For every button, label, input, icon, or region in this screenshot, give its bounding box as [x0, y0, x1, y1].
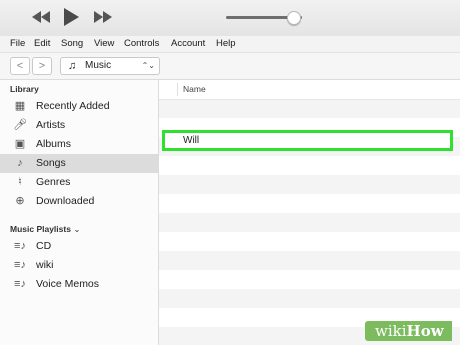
sidebar-item-label: Genres: [36, 176, 71, 188]
fast-forward-icon[interactable]: [92, 8, 114, 28]
sidebar-item-label: Albums: [36, 138, 72, 150]
wikihow-logo: wikiHow: [365, 321, 452, 341]
microphone-icon: 🎤︎: [13, 119, 27, 131]
music-playlists-heading[interactable]: Music Playlists ⌄: [10, 224, 80, 235]
transport-bar: [0, 0, 460, 36]
menu-bar: File Edit Song View Controls Account Hel…: [0, 36, 460, 53]
sidebar-item-label: Recently Added: [36, 100, 110, 112]
column-divider: [177, 83, 178, 96]
sidebar-item-genres[interactable]: ♮ Genres: [0, 173, 158, 192]
album-icon: ▣: [14, 138, 26, 150]
rewind-icon[interactable]: [30, 8, 52, 28]
column-header-name[interactable]: Name: [183, 80, 206, 99]
sidebar-item-cd[interactable]: ≡♪ CD: [0, 237, 158, 256]
library-heading: Library: [10, 84, 39, 94]
sidebar-item-label: CD: [36, 240, 52, 252]
sidebar-item-albums[interactable]: ▣ Albums: [0, 135, 158, 154]
song-row-highlighted[interactable]: Will: [162, 130, 453, 151]
menu-controls[interactable]: Controls: [124, 36, 159, 52]
playlist-icon: ≡♪: [14, 240, 26, 252]
sidebar-item-wiki[interactable]: ≡♪ wiki: [0, 256, 158, 275]
play-icon[interactable]: [61, 6, 81, 26]
up-down-chevron-icon: ⌃⌄: [141, 61, 155, 70]
sidebar-item-label: wiki: [36, 259, 54, 271]
volume-knob[interactable]: [287, 11, 302, 25]
sidebar-item-label: Downloaded: [36, 195, 95, 207]
navigation-row: < > ♫ Music ⌃⌄: [0, 53, 460, 80]
grid-icon: ▦: [14, 100, 26, 112]
forward-button[interactable]: >: [32, 57, 52, 75]
sidebar-item-voice-memos[interactable]: ≡♪ Voice Memos: [0, 275, 158, 294]
column-header-row: Name: [159, 80, 460, 100]
sidebar-item-downloaded[interactable]: ⊕ Downloaded: [0, 192, 158, 211]
song-list: Name Will: [159, 80, 460, 345]
menu-view[interactable]: View: [94, 36, 114, 52]
sidebar: Library ▦ Recently Added 🎤︎ Artists ▣ Al…: [0, 80, 159, 345]
media-selector[interactable]: ♫ Music ⌃⌄: [60, 57, 160, 75]
chevron-down-icon: ⌄: [73, 224, 81, 234]
music-note-icon: ♫: [68, 60, 77, 72]
menu-file[interactable]: File: [10, 36, 25, 52]
media-selector-label: Music: [85, 60, 112, 71]
song-title: Will: [183, 135, 200, 146]
menu-song[interactable]: Song: [61, 36, 83, 52]
sidebar-item-label: Artists: [36, 119, 66, 131]
sidebar-item-artists[interactable]: 🎤︎ Artists: [0, 116, 158, 135]
playlist-icon: ≡♪: [14, 278, 26, 290]
sidebar-item-songs[interactable]: ♪ Songs: [0, 154, 158, 173]
logo-part-how: How: [406, 322, 444, 340]
logo-part-wiki: wiki: [375, 322, 407, 340]
menu-account[interactable]: Account: [171, 36, 205, 52]
sidebar-item-recently-added[interactable]: ▦ Recently Added: [0, 97, 158, 116]
sidebar-item-label: Songs: [36, 157, 66, 169]
download-icon: ⊕: [15, 195, 25, 207]
menu-help[interactable]: Help: [216, 36, 236, 52]
playlist-icon: ≡♪: [14, 259, 26, 271]
menu-edit[interactable]: Edit: [34, 36, 50, 52]
note-icon: ♪: [17, 157, 23, 169]
playlists-heading-label: Music Playlists: [10, 224, 71, 234]
genres-icon: ♮: [18, 176, 22, 188]
back-button[interactable]: <: [10, 57, 30, 75]
sidebar-item-label: Voice Memos: [36, 278, 100, 290]
